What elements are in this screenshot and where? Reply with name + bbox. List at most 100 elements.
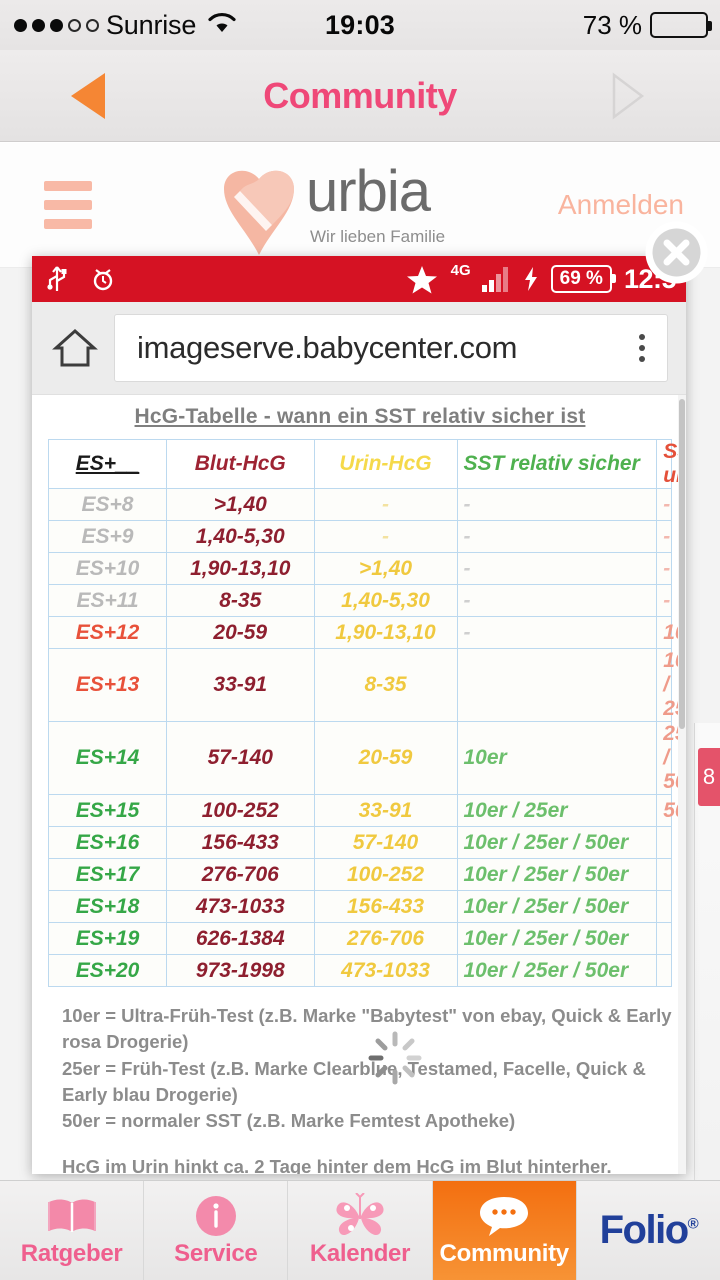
cell-sst-sicher: -	[456, 520, 658, 553]
col-header-blut: Blut-HcG	[166, 439, 315, 489]
table-row: ES+1457-14020-5910er25er / 50er	[47, 721, 686, 795]
document-notes: 10er = Ultra-Früh-Test (z.B. Marke "Baby…	[48, 1003, 672, 1174]
status-right-group: 73 %	[582, 9, 712, 41]
kebab-menu-icon[interactable]	[627, 334, 657, 362]
browser-scrollbar-track[interactable]	[678, 395, 686, 1174]
cell-es: ES+19	[47, 922, 168, 955]
tab-label: Ratgeber	[20, 1239, 123, 1267]
cell-sst-sicher: -	[456, 488, 658, 521]
cell-sst-sicher: 10er / 25er	[456, 794, 658, 827]
cell-urin-hcg: -	[313, 488, 458, 521]
cell-sst-unsicher: 25er / 50er	[656, 721, 686, 795]
network-type-label: 4G	[450, 261, 471, 279]
url-text: imageserve.babycenter.com	[137, 330, 518, 365]
alarm-icon	[93, 269, 113, 291]
forward-button[interactable]	[598, 66, 658, 126]
table-row: ES+16 156-433 57-140 10er / 25er / 50er	[47, 826, 672, 859]
back-button[interactable]	[58, 66, 118, 126]
hamburger-menu-icon[interactable]	[44, 181, 92, 238]
col-header-es: ES+__	[47, 439, 168, 489]
cell-es: ES+18	[47, 890, 168, 923]
cell-es: ES+16	[47, 826, 168, 859]
table-row: ES+10 1,90-13,10 >1,40- -	[47, 552, 672, 585]
ios-status-bar: Sunrise 19:03 73 %	[0, 0, 720, 50]
cell-sst-sicher: 10er / 25er / 50er	[456, 954, 658, 987]
lightning-bolt-icon	[524, 267, 537, 291]
cell-es: ES+20	[47, 954, 168, 987]
cell-sst-unsicher	[656, 890, 672, 923]
cell-urin-hcg: -	[313, 520, 458, 553]
cell-blut-hcg: 1,40-5,30	[166, 520, 315, 553]
cell-sst-unsicher	[656, 954, 672, 987]
table-row: ES+18 473-1033 156-433 10er / 25er / 50er	[47, 890, 672, 923]
cell-blut-hcg: 1,90-13,10	[166, 552, 315, 585]
cell-es: ES+15	[47, 794, 168, 827]
triangle-right-icon	[612, 72, 645, 119]
table-row: ES+17 276-706 100-252 10er / 25er / 50er	[47, 858, 672, 891]
urbia-heart-logo-icon	[224, 170, 294, 255]
cell-sst-unsicher: -	[656, 552, 672, 585]
cell-blut-hcg: >1,40	[166, 488, 315, 521]
browser-scrollbar-thumb[interactable]	[679, 399, 685, 729]
browser-url-bar: imageserve.babycenter.com	[32, 302, 686, 394]
table-row: ES+19 626-1384 276-706 10er / 25er / 50er	[47, 922, 672, 955]
android-screenshot-overlay: 4G 69 % 12:5 imageserve.babycenter.com H…	[32, 256, 686, 1174]
table-row: ES+20 973-1998 473-1033 10er / 25er / 50er	[47, 954, 672, 987]
cell-es: ES+14	[47, 721, 168, 795]
browser-content: HcG-Tabelle - wann ein SST relativ siche…	[32, 394, 686, 1174]
cell-sst-unsicher: -	[656, 520, 672, 553]
home-icon[interactable]	[50, 324, 100, 372]
logo-tagline: Wir lieben Familie	[310, 227, 446, 246]
close-circle-icon	[645, 221, 708, 284]
app-navigation-bar: Community	[0, 50, 720, 142]
cell-sst-sicher: 10er / 25er / 50er	[456, 890, 658, 923]
chat-bubble-icon	[476, 1194, 532, 1238]
close-overlay-button[interactable]	[644, 220, 709, 285]
cell-urin-hcg: 33-91	[313, 794, 458, 827]
cell-sst-unsicher: 50er	[656, 794, 686, 827]
tab-folio[interactable]: Folio®	[577, 1181, 720, 1280]
col-header-unsicher: SST unsicher	[656, 439, 686, 489]
cell-es: ES+11	[47, 584, 168, 617]
tab-kalender[interactable]: Kalender	[288, 1181, 433, 1280]
folio-label: Folio	[599, 1208, 690, 1252]
tab-label: Kalender	[309, 1239, 411, 1267]
cell-blut-hcg: 276-706	[166, 858, 315, 891]
cell-blut-hcg: 57-140	[166, 721, 315, 795]
tab-label: Service	[174, 1239, 258, 1267]
tab-community[interactable]: Community	[432, 1181, 577, 1280]
cell-urin-hcg: 1,40-5,30	[313, 584, 458, 617]
cell-es: ES+12	[47, 616, 168, 649]
cell-blut-hcg: 473-1033	[166, 890, 315, 923]
tab-service[interactable]: Service	[144, 1181, 289, 1280]
col-header-sicher: SST relativ sicher	[456, 439, 658, 489]
tab-ratgeber[interactable]: Ratgeber	[0, 1181, 145, 1280]
hcg-table-body: ES+8 >1,40- - - ES+9 1,40-5,30- - - ES+10 1,90-13…	[47, 488, 686, 987]
page-title: Community	[263, 74, 457, 116]
cell-sst-sicher	[456, 648, 658, 722]
triangle-left-icon	[71, 72, 105, 119]
urbia-logo[interactable]: urbia Wir lieben Familie	[218, 163, 445, 259]
hcg-document: HcG-Tabelle - wann ein SST relativ siche…	[32, 395, 686, 1174]
cell-blut-hcg: 8-35	[166, 584, 315, 617]
battery-icon	[650, 12, 712, 38]
cell-es: ES+9	[47, 520, 168, 553]
star-icon	[406, 265, 437, 293]
battery-percent-label: 73 %	[582, 9, 642, 40]
cell-sst-unsicher	[656, 922, 672, 955]
folio-logo-icon: Folio®	[599, 1208, 699, 1252]
cell-es: ES+13	[47, 648, 168, 722]
open-book-icon	[46, 1194, 98, 1238]
cell-blut-hcg: 20-59	[166, 616, 315, 649]
cell-urin-hcg: 156-433	[313, 890, 458, 923]
table-header-row: ES+__ Blut-HcG Urin-HcG SST relativ sich…	[47, 439, 686, 489]
col-header-urin: Urin-HcG	[313, 439, 458, 489]
login-link[interactable]: Anmelden	[558, 189, 684, 221]
table-row: ES+9 1,40-5,30- - -	[47, 520, 672, 553]
cell-urin-hcg: 276-706	[313, 922, 458, 955]
cell-urin-hcg: 57-140	[313, 826, 458, 859]
android-status-right: 4G 69 % 12:5	[406, 261, 677, 295]
address-bar[interactable]: imageserve.babycenter.com	[114, 314, 668, 382]
hcg-table: ES+__ Blut-HcG Urin-HcG SST relativ sich…	[47, 439, 686, 987]
phone-screen: Sunrise 19:03 73 % Community urbia Wir l…	[0, 0, 720, 1280]
